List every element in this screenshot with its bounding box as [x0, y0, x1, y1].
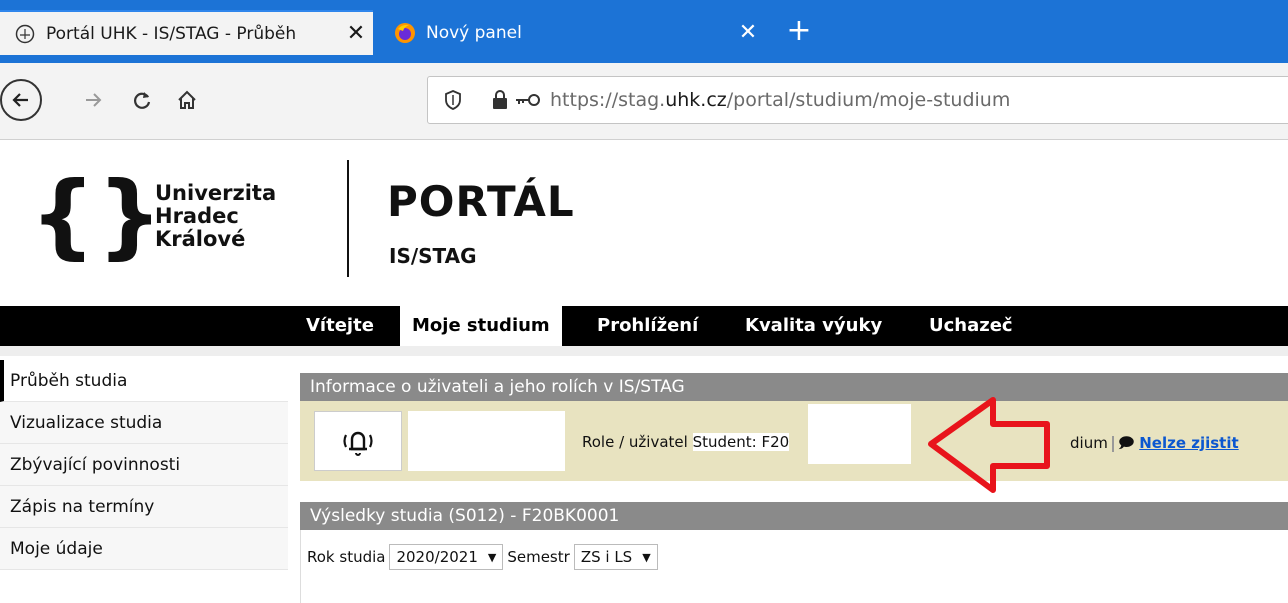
redaction-box — [808, 404, 911, 464]
lock-icon[interactable] — [492, 90, 510, 110]
portal-subtitle: IS/STAG — [389, 244, 477, 268]
comment-icon: 🗩 — [1117, 434, 1135, 452]
filter-row: Rok studia 2020/2021 ▼ Semestr ZS i LS ▼ — [307, 544, 662, 570]
back-arrow-icon — [12, 93, 28, 107]
tab-close-icon[interactable]: ✕ — [731, 20, 765, 45]
home-icon — [178, 90, 196, 109]
bell-icon — [343, 431, 373, 456]
back-button[interactable] — [0, 79, 42, 121]
year-select[interactable]: 2020/2021 ▼ — [389, 544, 504, 570]
logo-brace-left: { — [30, 162, 96, 269]
year-label: Rok studia — [307, 548, 386, 566]
navigation-bar: https://stag.uhk.cz/portal/studium/moje-… — [0, 63, 1288, 140]
tab-new-panel[interactable]: Nový panel ✕ — [380, 10, 765, 55]
menu-item-moje-studium[interactable]: Moje studium — [400, 306, 562, 346]
role-line: Role / uživatel Student: F20 — [582, 433, 790, 451]
submenu-strip — [0, 346, 1288, 356]
logo-brace-right: } — [97, 162, 163, 269]
red-arrow-annotation — [928, 397, 1050, 493]
menu-item-vitejte[interactable]: Vítejte — [306, 306, 374, 346]
studium-info: dium 🗩 Nelze zjistit — [1070, 434, 1239, 452]
forward-arrow-icon — [86, 93, 102, 107]
menu-item-prohlizeni[interactable]: Prohlížení — [597, 306, 698, 346]
user-photo-placeholder — [408, 411, 565, 471]
sidebar-item-zbyvajici-povinnosti[interactable]: Zbývající povinnosti — [0, 444, 288, 486]
sidebar-item-prubeh-studia[interactable]: Průběh studia — [0, 360, 288, 402]
chevron-down-icon: ▼ — [642, 550, 651, 564]
tab-title: Portál UHK - IS/STAG - Průběh — [46, 23, 297, 44]
semester-label: Semestr — [507, 548, 570, 566]
sidebar: Průběh studia Vizualizace studia Zbývají… — [0, 360, 288, 570]
browser-tab-strip: Portál UHK - IS/STAG - Průběh ✕ Nový pan… — [0, 0, 1288, 63]
url-text: https://stag.uhk.cz/portal/studium/moje-… — [550, 89, 1011, 111]
main-menu: Vítejte Moje studium Prohlížení Kvalita … — [0, 306, 1288, 346]
forward-button[interactable] — [76, 81, 110, 119]
tab-portal-uhk[interactable]: Portál UHK - IS/STAG - Průběh ✕ — [0, 10, 373, 55]
sidebar-item-moje-udaje[interactable]: Moje údaje — [0, 528, 288, 570]
address-bar[interactable]: https://stag.uhk.cz/portal/studium/moje-… — [427, 76, 1288, 124]
semester-select[interactable]: ZS i LS ▼ — [573, 544, 658, 570]
reload-icon — [134, 92, 151, 109]
university-name: Univerzita Hradec Králové — [155, 181, 277, 251]
help-circle-icon — [14, 23, 36, 45]
tab-title: Nový panel — [426, 22, 522, 43]
user-panel-title: Informace o uživateli a jeho rolích v IS… — [300, 373, 1288, 401]
separator — [1111, 435, 1114, 452]
notification-button[interactable] — [314, 411, 402, 471]
portal-title: PORTÁL — [387, 177, 575, 226]
results-panel-title: Výsledky studia (S012) - F20BK0001 — [300, 502, 1288, 530]
firefox-icon — [394, 22, 416, 44]
reload-button[interactable] — [125, 81, 159, 119]
home-button[interactable] — [170, 81, 204, 119]
chevron-down-icon: ▼ — [487, 550, 497, 564]
key-icon[interactable] — [514, 93, 546, 107]
role-value[interactable]: Student: F20 — [692, 433, 790, 451]
nelze-zjistit-link[interactable]: Nelze zjistit — [1139, 434, 1238, 452]
new-tab-button[interactable]: + — [781, 14, 817, 50]
sidebar-item-zapis-na-terminy[interactable]: Zápis na termíny — [0, 486, 288, 528]
menu-item-kvalita-vyuky[interactable]: Kvalita výuky — [745, 306, 882, 346]
tab-close-icon[interactable]: ✕ — [339, 21, 373, 46]
menu-item-uchazec[interactable]: Uchazeč — [929, 306, 1013, 346]
sidebar-item-vizualizace-studia[interactable]: Vizualizace studia — [0, 402, 288, 444]
shield-icon[interactable] — [444, 90, 466, 110]
logo-divider — [347, 160, 349, 277]
